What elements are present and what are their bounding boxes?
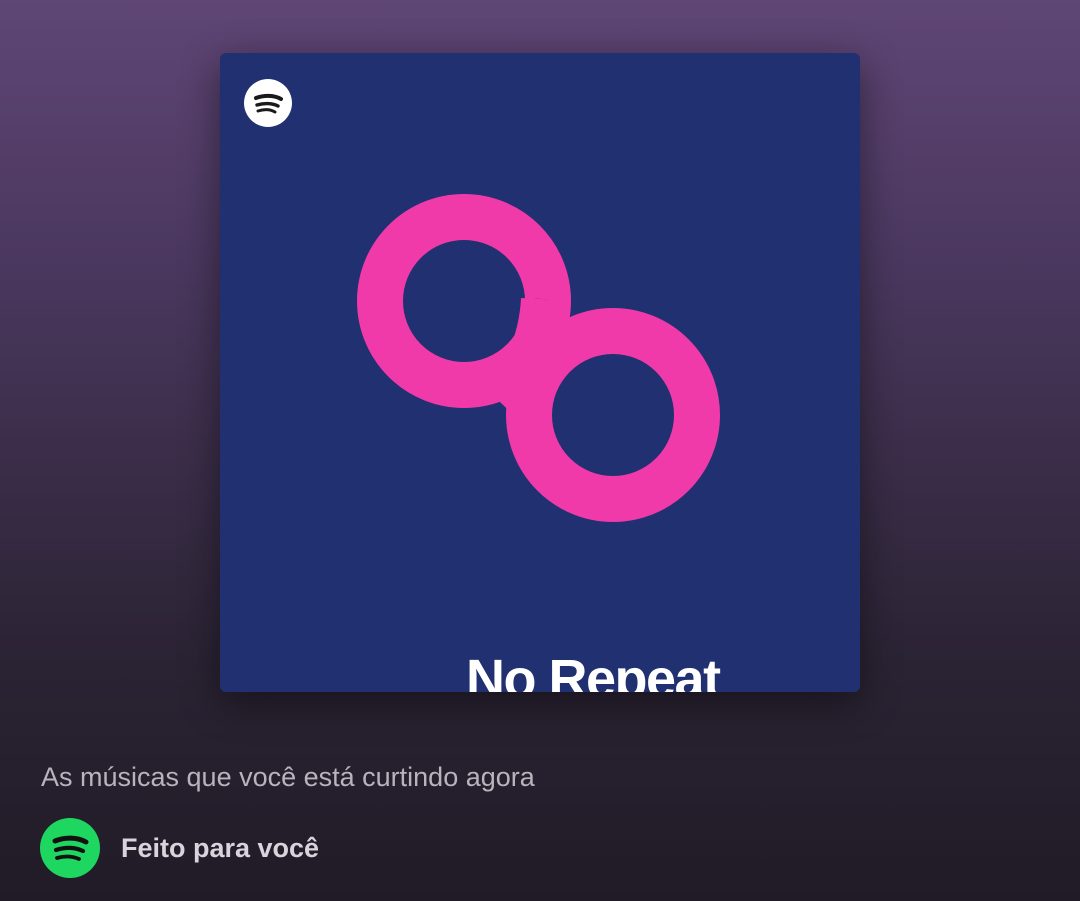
spotify-logo-icon bbox=[244, 79, 292, 127]
playlist-owner[interactable]: Feito para você bbox=[40, 818, 319, 878]
no-repeat-loop-icon bbox=[357, 194, 720, 522]
cover-title: No Repeat bbox=[466, 649, 721, 692]
owner-label: Feito para você bbox=[121, 833, 320, 863]
playlist-cover[interactable]: No Repeat bbox=[220, 53, 860, 692]
spotify-logo-icon bbox=[40, 818, 100, 878]
playlist-description: As músicas que você está curtindo agora bbox=[41, 762, 535, 792]
